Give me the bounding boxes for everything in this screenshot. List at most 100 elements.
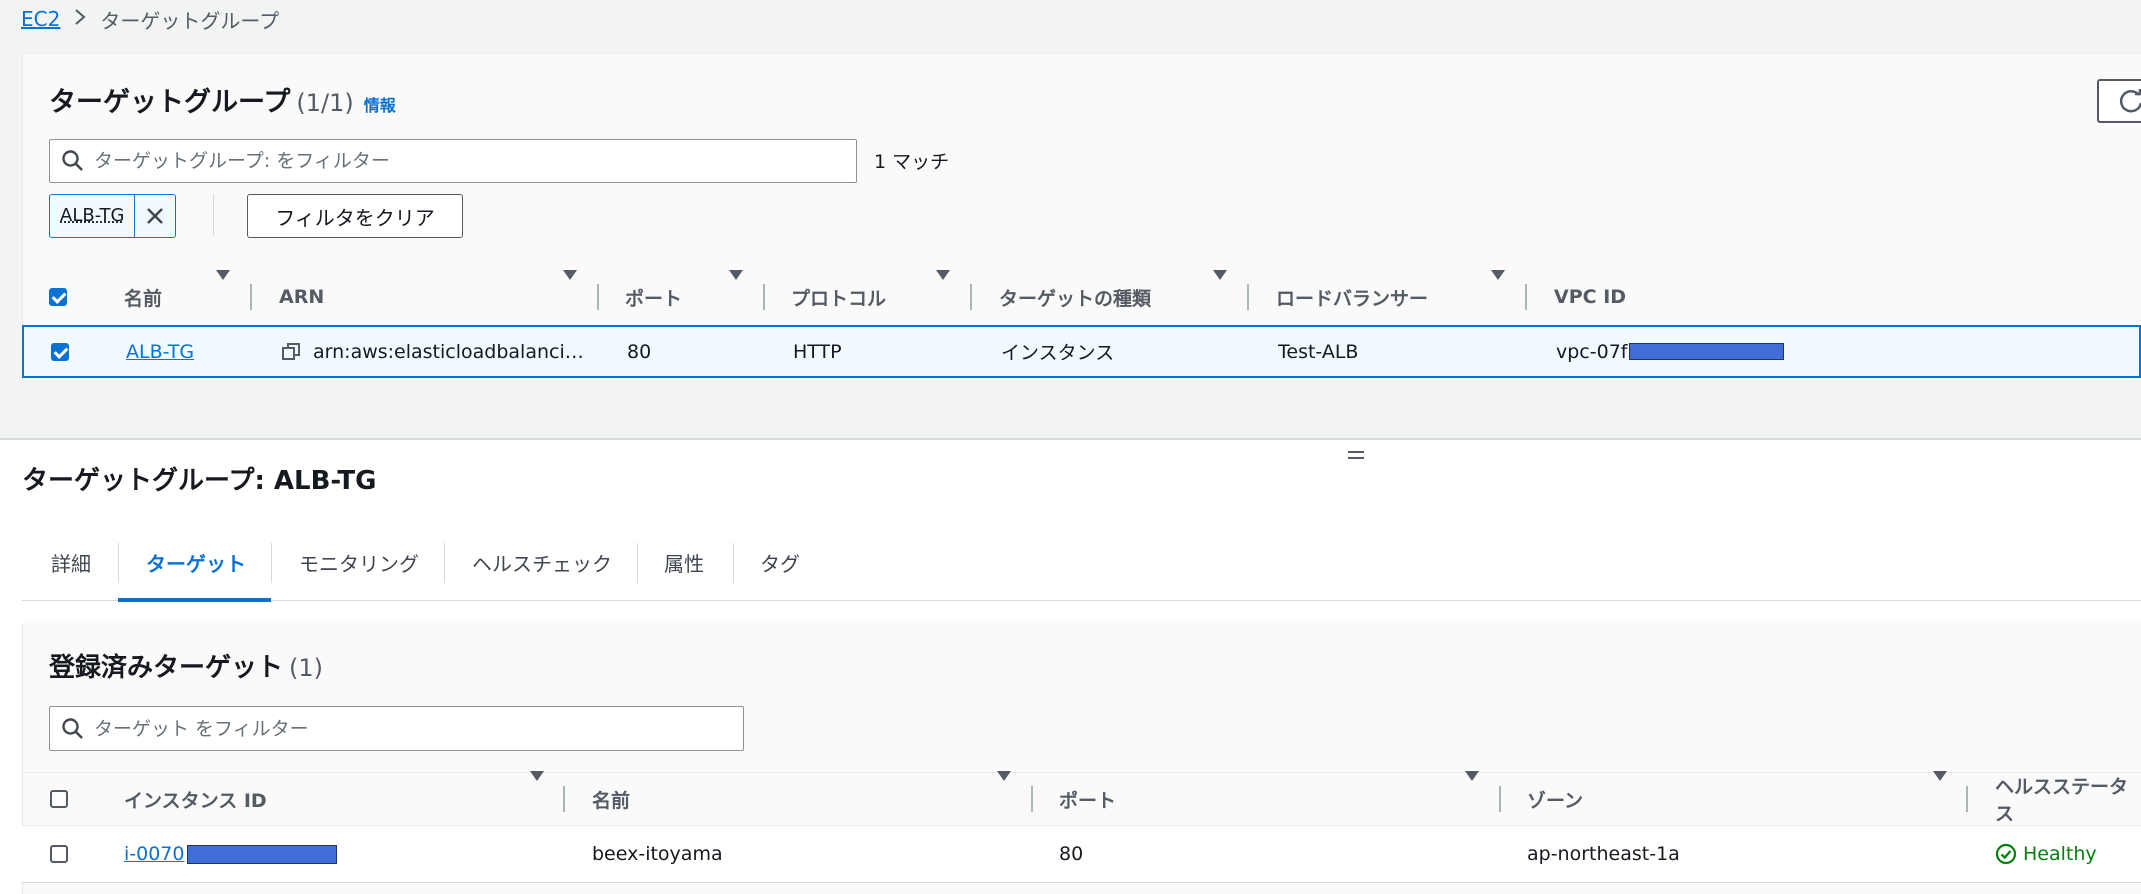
col-port[interactable]: ポート — [1059, 776, 1116, 822]
col-port[interactable]: ポート — [625, 275, 682, 319]
tab-divider — [733, 543, 734, 583]
tab-divider — [637, 543, 638, 583]
targets-search-input[interactable] — [49, 706, 744, 751]
registered-targets-title: 登録済みターゲット — [49, 653, 284, 683]
vpc-id-value: vpc-07f — [1556, 340, 1628, 363]
col-health-status-label: ヘルスステータス — [1995, 776, 2129, 825]
breadcrumb-current: ターゲットグループ — [100, 8, 280, 33]
registered-targets-count: (1) — [289, 654, 324, 682]
close-icon — [147, 208, 164, 224]
refresh-icon — [2119, 89, 2141, 113]
column-resizer[interactable] — [763, 284, 765, 310]
health-status-cell: Healthy — [1995, 826, 2097, 882]
tab-divider — [444, 543, 445, 583]
target-group-search-field[interactable] — [92, 149, 856, 173]
col-health-status[interactable]: ヘルスステータス — [1995, 776, 2141, 825]
instance-id-link[interactable]: i-0070 — [124, 843, 185, 865]
filter-token: ALB-TG — [49, 194, 177, 238]
column-resizer[interactable] — [970, 284, 972, 310]
match-count: 1 マッチ — [874, 151, 950, 173]
row-checkbox[interactable] — [51, 327, 69, 376]
column-resizer[interactable] — [563, 786, 565, 812]
breadcrumb-ec2-link[interactable]: EC2 — [21, 7, 60, 31]
column-resizer[interactable] — [1247, 284, 1249, 310]
tab-divider — [118, 543, 119, 583]
tab-attributes[interactable]: 属性 — [664, 525, 704, 600]
tab-tags[interactable]: タグ — [760, 525, 800, 600]
tab-health-checks[interactable]: ヘルスチェック — [472, 525, 612, 600]
port-cell: 80 — [1059, 843, 1084, 865]
column-resizer[interactable] — [1031, 786, 1033, 812]
col-instance-id[interactable]: インスタンス ID — [124, 776, 267, 822]
tab-targets[interactable]: ターゲット — [146, 525, 246, 600]
col-zone-label: ゾーン — [1527, 789, 1584, 812]
detail-tabs: 詳細 ターゲット モニタリング ヘルスチェック 属性 タグ — [22, 525, 2141, 602]
row-checkbox[interactable] — [50, 826, 68, 882]
tab-details[interactable]: 詳細 — [51, 525, 91, 600]
col-arn[interactable]: ARN — [279, 275, 324, 319]
col-name-label: 名前 — [124, 287, 163, 310]
health-status-value: Healthy — [2023, 843, 2097, 865]
table-row[interactable]: i-0070 beex-itoyama 80 ap-northeast-1a H… — [22, 826, 2141, 883]
column-resizer[interactable] — [1966, 786, 1968, 812]
vpc-id-cell: vpc-07f — [1556, 327, 1785, 376]
tab-monitoring[interactable]: モニタリング — [299, 525, 419, 600]
column-resizer[interactable] — [250, 284, 252, 310]
page-title: ターゲットグループ — [49, 87, 291, 118]
col-protocol[interactable]: プロトコル — [791, 275, 886, 319]
checkbox-checked[interactable] — [49, 288, 67, 306]
col-vpc-id[interactable]: VPC ID — [1554, 275, 1626, 319]
checkbox-unchecked[interactable] — [50, 790, 68, 808]
active-tab-indicator — [118, 598, 271, 602]
select-all-checkbox[interactable] — [50, 776, 68, 822]
targets-search-field[interactable] — [92, 716, 743, 741]
clear-filter-button[interactable]: フィルタをクリア — [247, 194, 463, 238]
redaction-bar — [1629, 343, 1785, 360]
divider — [213, 194, 214, 236]
col-port-label: ポート — [625, 287, 683, 310]
col-name[interactable]: 名前 — [592, 776, 630, 822]
col-target-type-label: ターゲットの種類 — [999, 287, 1152, 310]
remove-filter-button[interactable] — [134, 195, 175, 237]
select-all-checkbox[interactable] — [49, 275, 67, 319]
protocol-cell: HTTP — [793, 340, 842, 363]
target-group-search-input[interactable] — [49, 139, 857, 183]
resize-handle-icon[interactable] — [1348, 444, 1364, 459]
registered-targets-header: 登録済みターゲット (1) — [49, 647, 323, 684]
instance-id-cell: i-0070 — [124, 826, 337, 882]
column-resizer[interactable] — [1525, 284, 1527, 310]
target-type-cell: インスタンス — [1001, 342, 1115, 364]
col-load-balancer-label: ロードバランサー — [1276, 287, 1429, 310]
col-instance-id-label: インスタンス ID — [124, 789, 267, 812]
port-cell: 80 — [627, 340, 652, 363]
col-zone[interactable]: ゾーン — [1527, 776, 1583, 822]
detail-title: ターゲットグループ: ALB-TG — [22, 466, 377, 496]
col-name[interactable]: 名前 — [124, 275, 162, 319]
divider — [22, 772, 2141, 773]
chevron-right-icon — [74, 7, 86, 32]
refresh-button[interactable] — [2097, 79, 2141, 123]
target-groups-count: (1/1) — [296, 89, 354, 117]
filter-token-label[interactable]: ALB-TG — [50, 195, 134, 237]
table-row[interactable]: ALB-TG arn:aws:elasticloadbalanci… 80 HT… — [22, 325, 2141, 378]
info-link[interactable]: 情報 — [364, 92, 396, 116]
column-resizer[interactable] — [1499, 786, 1501, 812]
name-cell: beex-itoyama — [592, 843, 723, 865]
col-arn-label: ARN — [279, 286, 325, 308]
breadcrumb: EC2 ターゲットグループ — [21, 5, 279, 33]
column-resizer[interactable] — [597, 284, 599, 310]
copy-icon[interactable] — [281, 342, 301, 362]
split-panel-divider[interactable] — [0, 438, 2141, 440]
redaction-bar — [186, 844, 337, 864]
targets-table-header: インスタンス ID 名前 ポート ゾーン ヘルスステータス — [22, 771, 2141, 825]
search-icon — [62, 150, 83, 171]
load-balancer-cell: Test-ALB — [1278, 340, 1359, 363]
checkbox-checked[interactable] — [51, 342, 69, 361]
target-group-name-link[interactable]: ALB-TG — [126, 341, 194, 363]
target-groups-table-header: 名前 ARN ポート プロトコル ターゲットの種類 ロードバランサー VPC I… — [22, 270, 2141, 319]
col-load-balancer[interactable]: ロードバランサー — [1276, 275, 1428, 319]
col-target-type[interactable]: ターゲットの種類 — [999, 275, 1151, 319]
target-groups-header: ターゲットグループ (1/1) 情報 — [49, 80, 396, 119]
checkbox-unchecked[interactable] — [50, 845, 68, 863]
col-vpc-id-label: VPC ID — [1554, 286, 1627, 308]
